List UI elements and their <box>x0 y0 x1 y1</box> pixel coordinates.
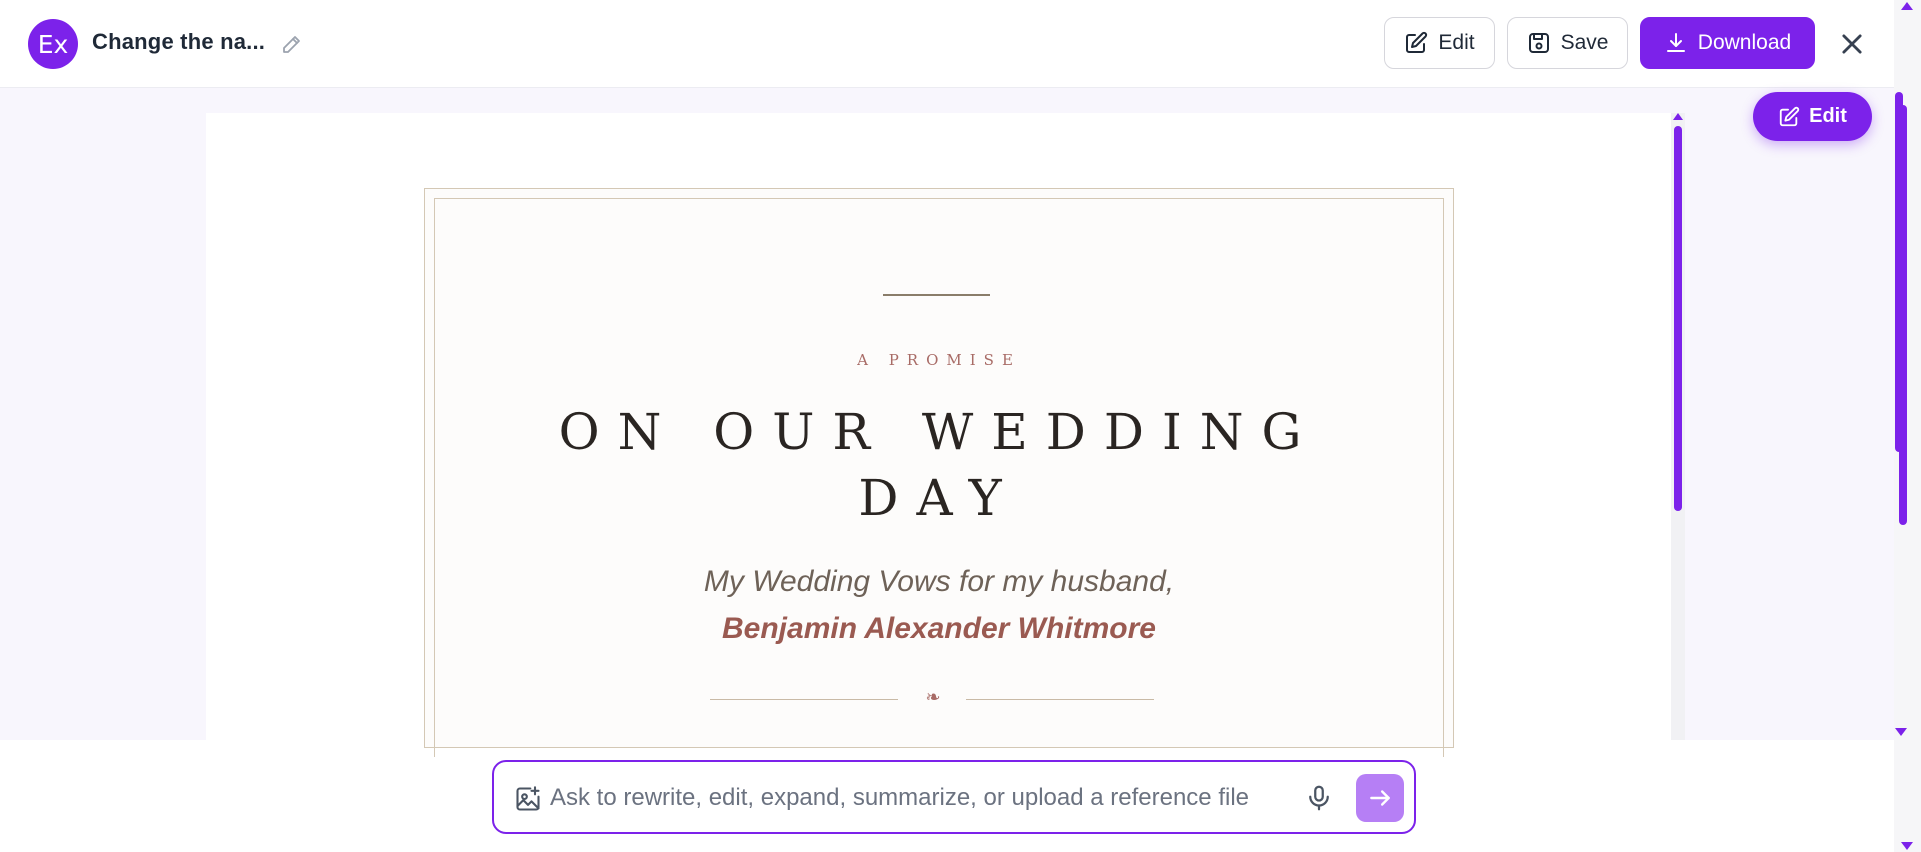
floating-edit-label: Edit <box>1809 105 1847 127</box>
eyebrow-text: A PROMISE <box>857 351 1021 369</box>
edit-square-icon <box>1779 106 1800 126</box>
download-button-label: Download <box>1697 31 1792 54</box>
prompt-input[interactable] <box>550 780 1270 816</box>
ornament-rule-left <box>710 699 898 700</box>
fleuron-icon: ❧ <box>925 687 941 708</box>
scroll-down-arrow[interactable] <box>1901 842 1913 850</box>
scroll-down-arrow[interactable] <box>1895 728 1907 736</box>
close-icon[interactable] <box>1838 30 1866 58</box>
vow-card: A PROMISE ON OUR WEDDING DAY My Wedding … <box>424 188 1454 757</box>
save-button[interactable]: Save <box>1507 17 1628 69</box>
title-line-2: DAY <box>858 469 1020 527</box>
microphone-icon[interactable] <box>1304 783 1334 813</box>
download-button[interactable]: Download <box>1640 17 1815 69</box>
decorative-rule <box>883 294 990 296</box>
pencil-icon[interactable] <box>280 32 304 56</box>
prompt-bar <box>492 760 1416 834</box>
scroll-up-arrow[interactable] <box>1901 2 1913 10</box>
scroll-up-arrow[interactable] <box>1673 113 1683 120</box>
ornament-rule-right <box>966 699 1154 700</box>
scrollbar-thumb[interactable] <box>1899 105 1907 525</box>
save-disk-icon <box>1528 33 1549 53</box>
avatar[interactable]: Ex <box>28 19 78 69</box>
title-line-1: ON OUR WEDDING <box>558 403 1320 461</box>
document-scrollbar[interactable] <box>1671 113 1685 740</box>
edit-button-label: Edit <box>1438 31 1475 54</box>
document-page: A PROMISE ON OUR WEDDING DAY My Wedding … <box>206 113 1672 757</box>
main-title: ON OUR WEDDING DAY <box>485 399 1393 531</box>
download-icon <box>1666 33 1685 52</box>
scrollbar-thumb[interactable] <box>1674 126 1682 511</box>
app-header: Ex Change the na... Edit Save Download <box>0 0 1921 88</box>
document-title[interactable]: Change the na... <box>92 29 265 55</box>
document-workspace: A PROMISE ON OUR WEDDING DAY My Wedding … <box>0 88 1894 757</box>
edit-button[interactable]: Edit <box>1384 17 1495 69</box>
subtitle: My Wedding Vows for my husband, <box>703 565 1175 598</box>
save-button-label: Save <box>1560 31 1609 54</box>
floating-edit-button[interactable]: Edit <box>1753 92 1872 141</box>
arrow-right-icon <box>1370 790 1390 806</box>
husband-name: Benjamin Alexander Whitmore <box>722 612 1156 645</box>
send-button[interactable] <box>1356 774 1404 822</box>
edit-square-icon <box>1406 31 1428 53</box>
image-attach-icon[interactable] <box>514 785 542 813</box>
